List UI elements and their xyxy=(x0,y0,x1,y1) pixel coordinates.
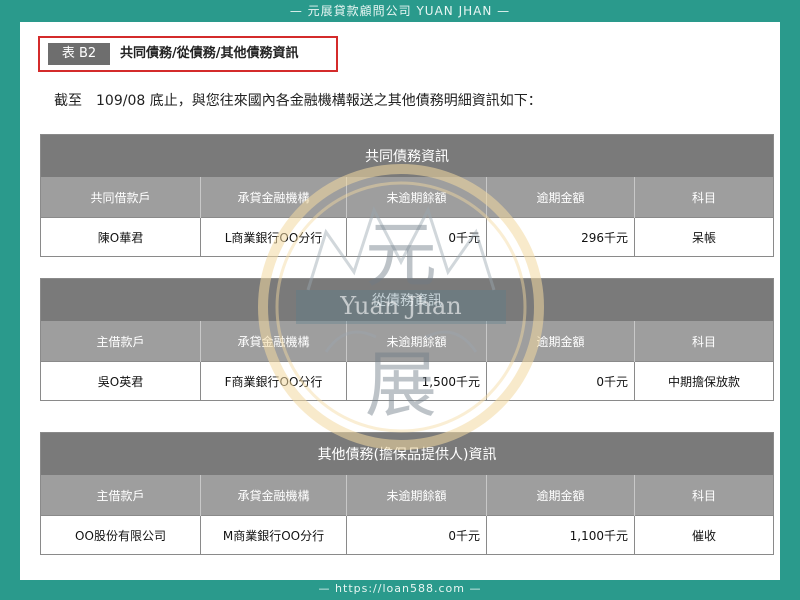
column-header: 承貸金融機構 xyxy=(200,177,347,218)
collateral-provider-debt-table: 其他債務(擔保品提供人)資訊 主借款戶 承貸金融機構 未逾期餘額 逾期金額 科目… xyxy=(40,432,775,555)
column-header: 未逾期餘額 xyxy=(346,475,487,516)
institution-cell: M商業銀行OO分行 xyxy=(200,515,347,555)
overdue-amount-cell: 0千元 xyxy=(486,361,635,401)
account-type-cell: 呆帳 xyxy=(633,217,775,257)
table-number-tag: 表 B2 xyxy=(48,43,110,65)
column-header: 主借款戶 xyxy=(40,475,201,516)
table-row: 吳O英君 F商業銀行OO分行 1,500千元 0千元 中期擔保放款 xyxy=(40,361,775,401)
column-header: 共同借款戶 xyxy=(40,177,201,218)
column-header: 逾期金額 xyxy=(486,475,635,516)
intro-text: 截至 109/08 底止，與您往來國內各金融機構報送之其他債務明細資訊如下： xyxy=(54,93,542,109)
outstanding-balance-cell: 0千元 xyxy=(346,515,487,555)
column-header: 承貸金融機構 xyxy=(200,475,347,516)
institution-cell: F商業銀行OO分行 xyxy=(200,361,347,401)
footer-banner: — https://loan588.com — xyxy=(318,582,482,595)
borrower-cell: OO股份有限公司 xyxy=(40,515,201,555)
borrower-cell: 陳O華君 xyxy=(40,217,201,257)
column-header: 逾期金額 xyxy=(486,177,635,218)
table-title-box: 表 B2 共同債務/從債務/其他債務資訊 xyxy=(38,36,338,72)
overdue-amount-cell: 1,100千元 xyxy=(486,515,635,555)
borrower-cell: 吳O英君 xyxy=(40,361,201,401)
account-type-cell: 催收 xyxy=(633,515,775,555)
outstanding-balance-cell: 0千元 xyxy=(346,217,487,257)
table-caption: 其他債務(擔保品提供人)資訊 xyxy=(40,432,774,475)
table-caption: 從債務資訊 xyxy=(40,278,774,321)
table-row: 陳O華君 L商業銀行OO分行 0千元 296千元 呆帳 xyxy=(40,217,775,257)
secondary-debt-table: 從債務資訊 主借款戶 承貸金融機構 未逾期餘額 逾期金額 科目 吳O英君 F商業… xyxy=(40,278,775,401)
document-panel: 表 B2 共同債務/從債務/其他債務資訊 截至 109/08 底止，與您往來國內… xyxy=(20,22,780,580)
header-banner: — 元展貸款顧問公司 YUAN JHAN — xyxy=(289,4,511,18)
table-title: 共同債務/從債務/其他債務資訊 xyxy=(120,46,299,61)
account-type-cell: 中期擔保放款 xyxy=(633,361,775,401)
column-header: 未逾期餘額 xyxy=(346,321,487,362)
column-header: 未逾期餘額 xyxy=(346,177,487,218)
joint-debt-table: 共同債務資訊 共同借款戶 承貸金融機構 未逾期餘額 逾期金額 科目 陳O華君 L… xyxy=(40,134,775,257)
outstanding-balance-cell: 1,500千元 xyxy=(346,361,487,401)
table-row: OO股份有限公司 M商業銀行OO分行 0千元 1,100千元 催收 xyxy=(40,515,775,555)
column-header: 科目 xyxy=(633,475,774,516)
institution-cell: L商業銀行OO分行 xyxy=(200,217,347,257)
table-caption: 共同債務資訊 xyxy=(40,134,774,177)
column-header: 主借款戶 xyxy=(40,321,201,362)
overdue-amount-cell: 296千元 xyxy=(486,217,635,257)
column-header: 科目 xyxy=(633,177,774,218)
column-header: 科目 xyxy=(633,321,774,362)
column-header: 承貸金融機構 xyxy=(200,321,347,362)
column-header: 逾期金額 xyxy=(486,321,635,362)
